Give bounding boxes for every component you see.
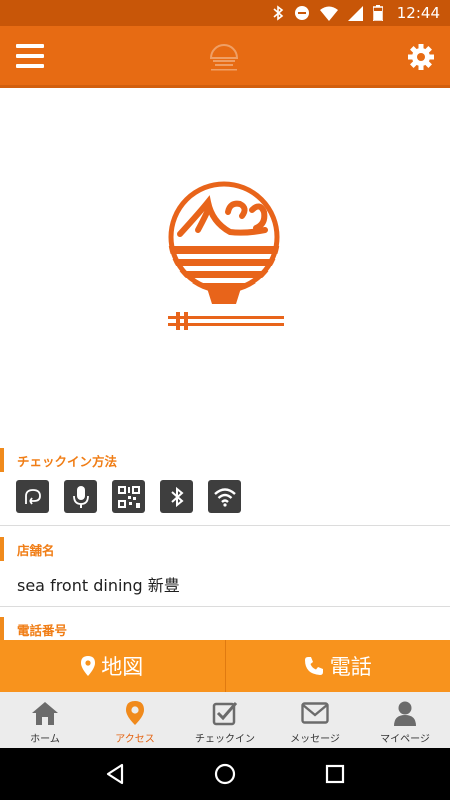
nav-checkin-label: チェックイン	[195, 734, 255, 745]
status-bar: 12:44	[0, 0, 450, 26]
checkin-section-title: チェックイン方法	[17, 453, 118, 469]
home-circle-icon	[214, 763, 236, 785]
divider	[0, 606, 450, 607]
app-bar	[0, 26, 450, 88]
checkin-checkbox-icon	[212, 702, 238, 726]
nav-home-label: ホーム	[30, 734, 60, 745]
back-button[interactable]	[95, 754, 135, 794]
checkin-section-header: チェックイン方法	[0, 448, 117, 472]
map-button-label: 地図	[101, 655, 144, 679]
action-bar: 地図 電話	[0, 640, 450, 692]
envelope-icon	[301, 702, 329, 724]
map-pin-icon	[81, 656, 96, 676]
wifi-status-icon	[319, 6, 338, 21]
menu-icon-line	[16, 54, 44, 58]
store-name-value: sea front dining 新豊	[17, 576, 180, 595]
nav-message-label: メッセージ	[290, 734, 340, 745]
nav-mypage-label: マイページ	[380, 734, 430, 745]
touch-icon[interactable]	[16, 480, 49, 513]
menu-button[interactable]	[16, 44, 44, 68]
nav-mypage[interactable]: マイページ	[360, 692, 450, 748]
brand-logo	[168, 181, 284, 330]
section-accent-bar	[0, 537, 4, 561]
call-button-label: 電話	[329, 655, 372, 679]
qr-code-icon[interactable]	[112, 480, 145, 513]
section-accent-bar	[0, 617, 4, 641]
person-icon	[394, 701, 416, 726]
call-button[interactable]: 電話	[226, 640, 450, 692]
phone-section-title: 電話番号	[17, 622, 68, 638]
menu-icon-line	[16, 44, 44, 48]
menu-icon-line	[16, 64, 44, 68]
store-section-title: 店舗名	[17, 542, 55, 558]
bluetooth-status-icon	[273, 5, 284, 21]
nav-message[interactable]: メッセージ	[270, 692, 360, 748]
recents-button[interactable]	[315, 754, 355, 794]
wifi-icon[interactable]	[208, 480, 241, 513]
section-accent-bar	[0, 448, 4, 472]
signal-icon	[347, 5, 363, 21]
status-clock: 12:44	[396, 4, 440, 22]
system-nav	[0, 748, 450, 800]
checkin-methods	[16, 480, 241, 513]
store-section-header: 店舗名	[0, 537, 55, 561]
home-button[interactable]	[205, 754, 245, 794]
do-not-disturb-icon	[294, 6, 309, 20]
phone-section-header: 電話番号	[0, 617, 67, 641]
nav-checkin[interactable]: チェックイン	[180, 692, 270, 748]
settings-gear-icon[interactable]	[406, 42, 436, 72]
nav-access-label: アクセス	[115, 734, 155, 745]
microphone-icon[interactable]	[64, 480, 97, 513]
bottom-nav: ホーム アクセス チェックイン メッセージ マイページ	[0, 692, 450, 748]
battery-icon	[372, 5, 383, 21]
phone-icon	[304, 657, 323, 675]
divider	[0, 525, 450, 526]
recents-square-icon	[325, 764, 345, 784]
home-icon	[32, 702, 58, 725]
bluetooth-icon[interactable]	[160, 480, 193, 513]
back-triangle-icon	[106, 763, 124, 785]
location-pin-icon	[126, 701, 144, 725]
nav-home[interactable]: ホーム	[0, 692, 90, 748]
map-button[interactable]: 地図	[0, 640, 225, 692]
header-logo-icon	[209, 44, 239, 71]
nav-access[interactable]: アクセス	[90, 692, 180, 748]
